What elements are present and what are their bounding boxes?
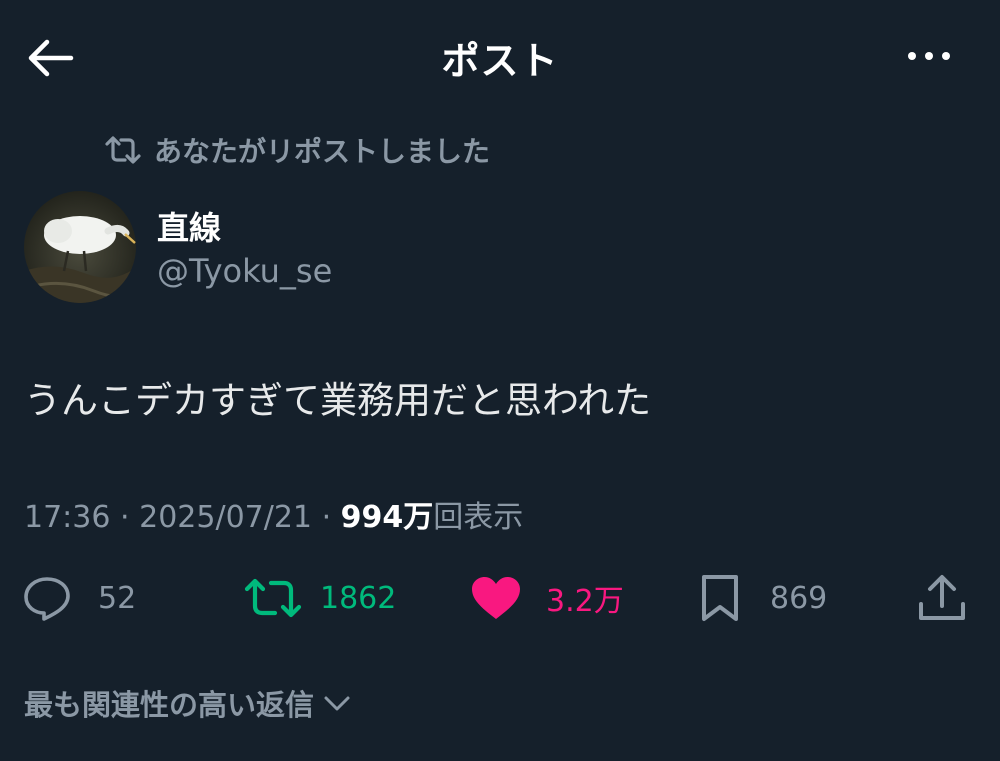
reply-sort-dropdown[interactable]: 最も関連性の高い返信: [24, 683, 352, 723]
like-count: 3.2万: [546, 584, 624, 619]
chevron-down-icon: [324, 696, 350, 711]
repost-count: 1862: [320, 580, 397, 616]
views-label: 回表示: [433, 500, 524, 535]
reply-sort-label: 最も関連性の高い返信: [24, 688, 315, 722]
post-date[interactable]: 2025/07/21: [139, 500, 312, 535]
avatar[interactable]: [24, 191, 136, 303]
more-dot: [925, 52, 933, 60]
like-button[interactable]: 3.2万: [470, 572, 624, 624]
more-horizontal-icon: [908, 52, 916, 60]
heart-icon: [472, 577, 520, 619]
share-button[interactable]: [916, 572, 968, 624]
bookmark-count: 869: [770, 580, 828, 616]
meta-separator: ·: [120, 500, 130, 535]
header-bar: ポスト: [0, 0, 1000, 112]
post-detail-screen: ポスト あなたがリポストしました 直線 @Tyoku_se うんこデカすぎて業務…: [0, 0, 1000, 761]
repost-button[interactable]: 1862: [244, 572, 396, 624]
reply-icon: [24, 577, 70, 621]
meta-separator: ·: [321, 500, 332, 535]
share-icon: [919, 575, 965, 620]
reply-count: 52: [98, 580, 137, 616]
page-title: ポスト: [441, 39, 559, 83]
author-handle[interactable]: @Tyoku_se: [157, 252, 332, 290]
bookmark-icon: [702, 575, 738, 621]
bookmark-button[interactable]: 869: [700, 572, 827, 624]
reposted-by-line[interactable]: あなたがリポストしました: [104, 130, 490, 170]
repost-icon: [244, 578, 302, 618]
more-options-button[interactable]: [894, 36, 964, 76]
post-meta: 17:36 · 2025/07/21 · 994万回表示: [24, 492, 523, 536]
repost-icon: [105, 136, 141, 164]
post-text: うんこデカすぎて業務用だと思われた: [24, 379, 652, 422]
avatar-image: [24, 191, 136, 303]
views-count[interactable]: 994万: [341, 500, 434, 535]
reply-button[interactable]: 52: [22, 572, 136, 624]
more-dot: [942, 52, 950, 60]
post-time[interactable]: 17:36: [24, 500, 110, 535]
author-name[interactable]: 直線: [157, 203, 221, 249]
repost-label: あなたがリポストしました: [154, 135, 491, 168]
